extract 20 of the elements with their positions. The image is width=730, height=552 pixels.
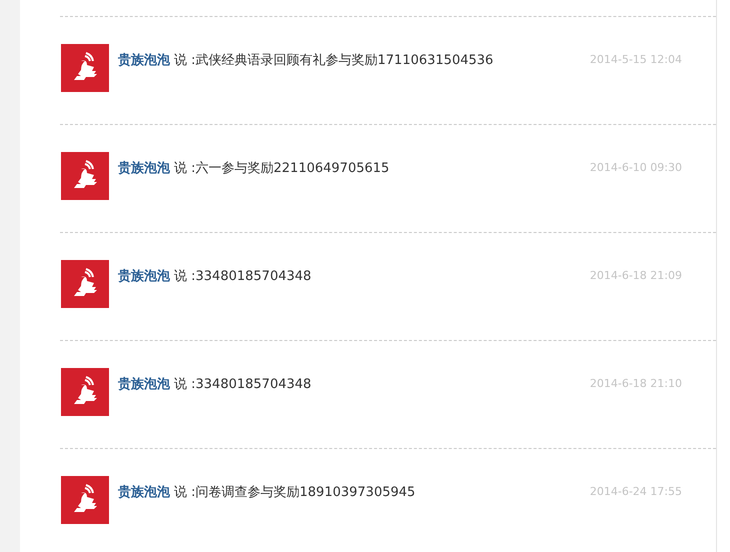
timestamp: 2014-6-18 21:10 (590, 376, 682, 390)
avatar-icon (61, 44, 109, 92)
avatar-icon (61, 152, 109, 200)
message-text: 说 :问卷调查参与奖励18910397305945 (174, 484, 416, 501)
message-text: 说 :武侠经典语录回顾有礼参与奖励17110631504536 (174, 52, 494, 69)
author-link[interactable]: 贵族泡泡 (118, 267, 170, 285)
message-text: 说 :33480185704348 (174, 376, 312, 393)
author-link[interactable]: 贵族泡泡 (118, 51, 170, 69)
author-link[interactable]: 贵族泡泡 (118, 159, 170, 177)
message-text: 说 :33480185704348 (174, 268, 312, 285)
avatar-icon (61, 368, 109, 416)
message-text: 说 :六一参与奖励22110649705615 (174, 160, 390, 177)
avatar-icon (61, 476, 109, 524)
timestamp: 2014-6-24 17:55 (590, 484, 682, 498)
timestamp: 2014-6-18 21:09 (590, 268, 682, 282)
avatar-icon (61, 260, 109, 308)
author-link[interactable]: 贵族泡泡 (118, 483, 170, 501)
timestamp: 2014-6-10 09:30 (590, 160, 682, 174)
timestamp: 2014-5-15 12:04 (590, 52, 682, 66)
author-link[interactable]: 贵族泡泡 (118, 375, 170, 393)
